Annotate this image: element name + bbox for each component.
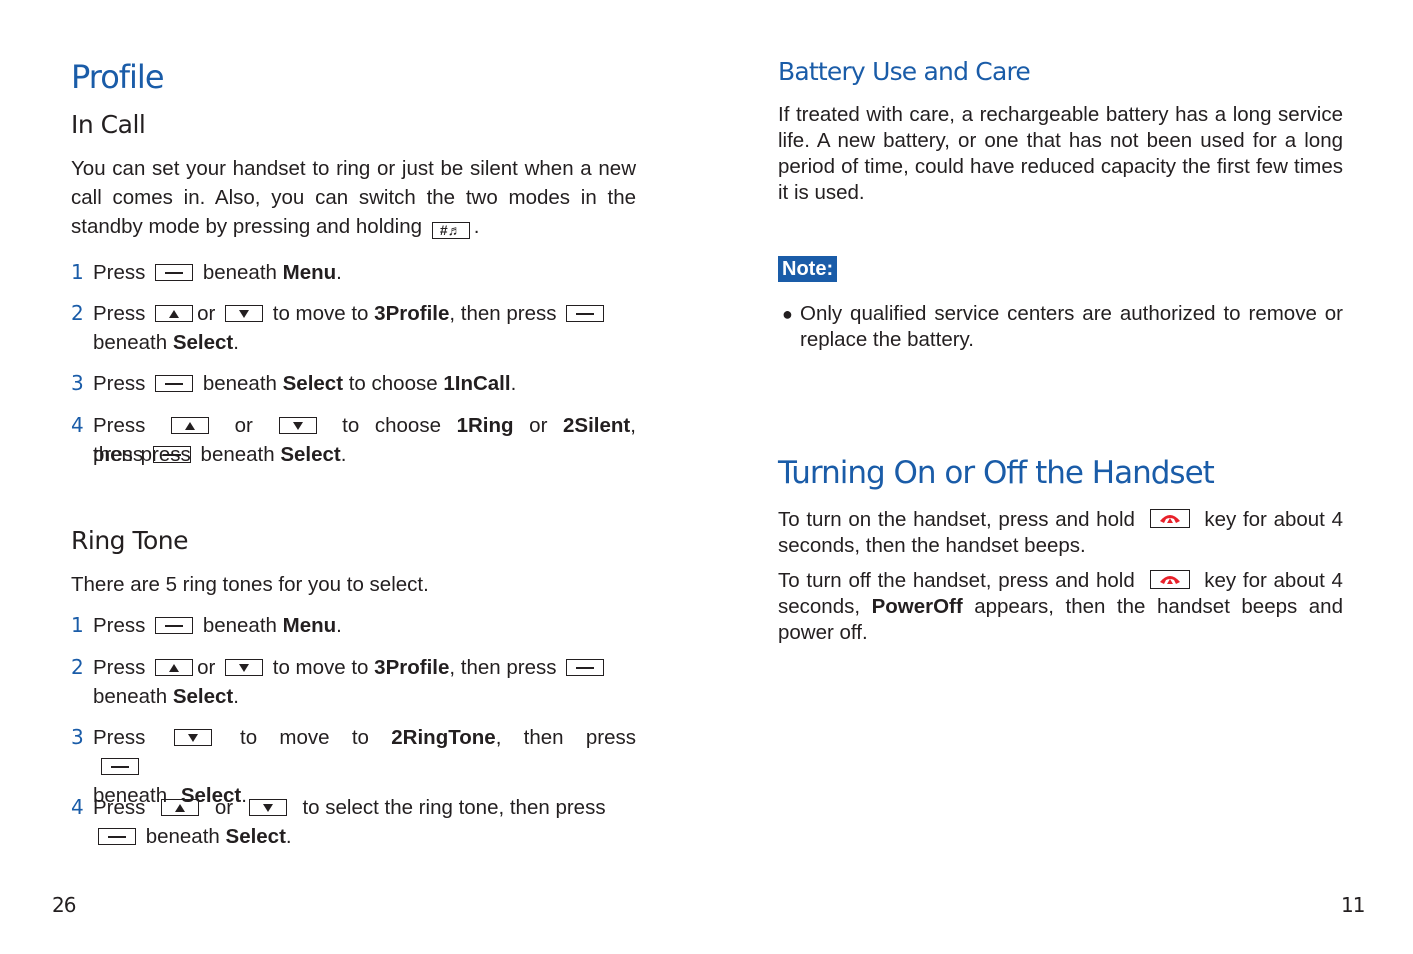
turn-off-text: To turn off the handset, press and hold … (778, 569, 1343, 644)
ring-tone-intro: There are 5 ring tones for you to select… (71, 573, 429, 596)
in-call-intro: You can set your handset to ring or just… (71, 157, 636, 239)
page-number-left: 26 (52, 893, 76, 917)
ring-tone-step-4-cont: beneath Select. (98, 822, 663, 851)
up-key-icon (155, 305, 194, 322)
turn-on-text: To turn on the handset, press and hold k… (778, 508, 1343, 557)
in-call-step-3: 3 Press beneath Select to choose 1InCall… (71, 371, 517, 395)
soft-key-icon (152, 446, 191, 463)
hash-music-key-icon: #♬ (431, 222, 470, 239)
up-key-icon (155, 659, 194, 676)
soft-key-icon (98, 828, 136, 845)
battery-body: If treated with care, a rechargeable bat… (778, 103, 1343, 204)
down-key-icon (225, 659, 264, 676)
ring-tone-step-4: 4 Press or to select the ring tone, then… (71, 795, 606, 819)
soft-key-icon (155, 375, 194, 392)
soft-key-icon (155, 264, 194, 281)
in-call-step-1: 1 Press beneath Menu. (71, 260, 342, 284)
in-call-step-2: 2 Press or to move to 3Profile, then pre… (71, 299, 636, 357)
soft-key-icon (155, 617, 194, 634)
up-key-icon (171, 417, 210, 434)
down-key-icon (278, 417, 317, 434)
section-heading-battery: Battery Use and Care (778, 57, 1031, 86)
up-key-icon (161, 799, 200, 816)
down-key-icon (248, 799, 287, 816)
end-call-key-icon (1149, 509, 1190, 528)
section-heading-ring-tone: Ring Tone (71, 526, 189, 555)
ring-tone-step-1: 1 Press beneath Menu. (71, 613, 342, 637)
soft-key-icon (566, 659, 605, 676)
down-key-icon (173, 729, 212, 746)
bullet-icon: ● (782, 304, 793, 324)
ring-tone-step-2: 2 Press or to move to 3Profile, then pre… (71, 653, 636, 711)
page-title: Profile (71, 58, 164, 96)
in-call-step-4-cont: press beneath Select. (93, 443, 347, 466)
section-heading-in-call: In Call (71, 110, 146, 139)
end-call-key-icon (1149, 570, 1190, 589)
down-key-icon (225, 305, 264, 322)
page-number-right: 11 (1341, 893, 1365, 917)
note-badge: Note: (778, 256, 838, 282)
section-heading-turning: Turning On or Off the Handset (778, 455, 1215, 491)
soft-key-icon (101, 758, 139, 775)
soft-key-icon (566, 305, 605, 322)
note-bullet-item: ● Only qualified service centers are aut… (782, 302, 1343, 351)
